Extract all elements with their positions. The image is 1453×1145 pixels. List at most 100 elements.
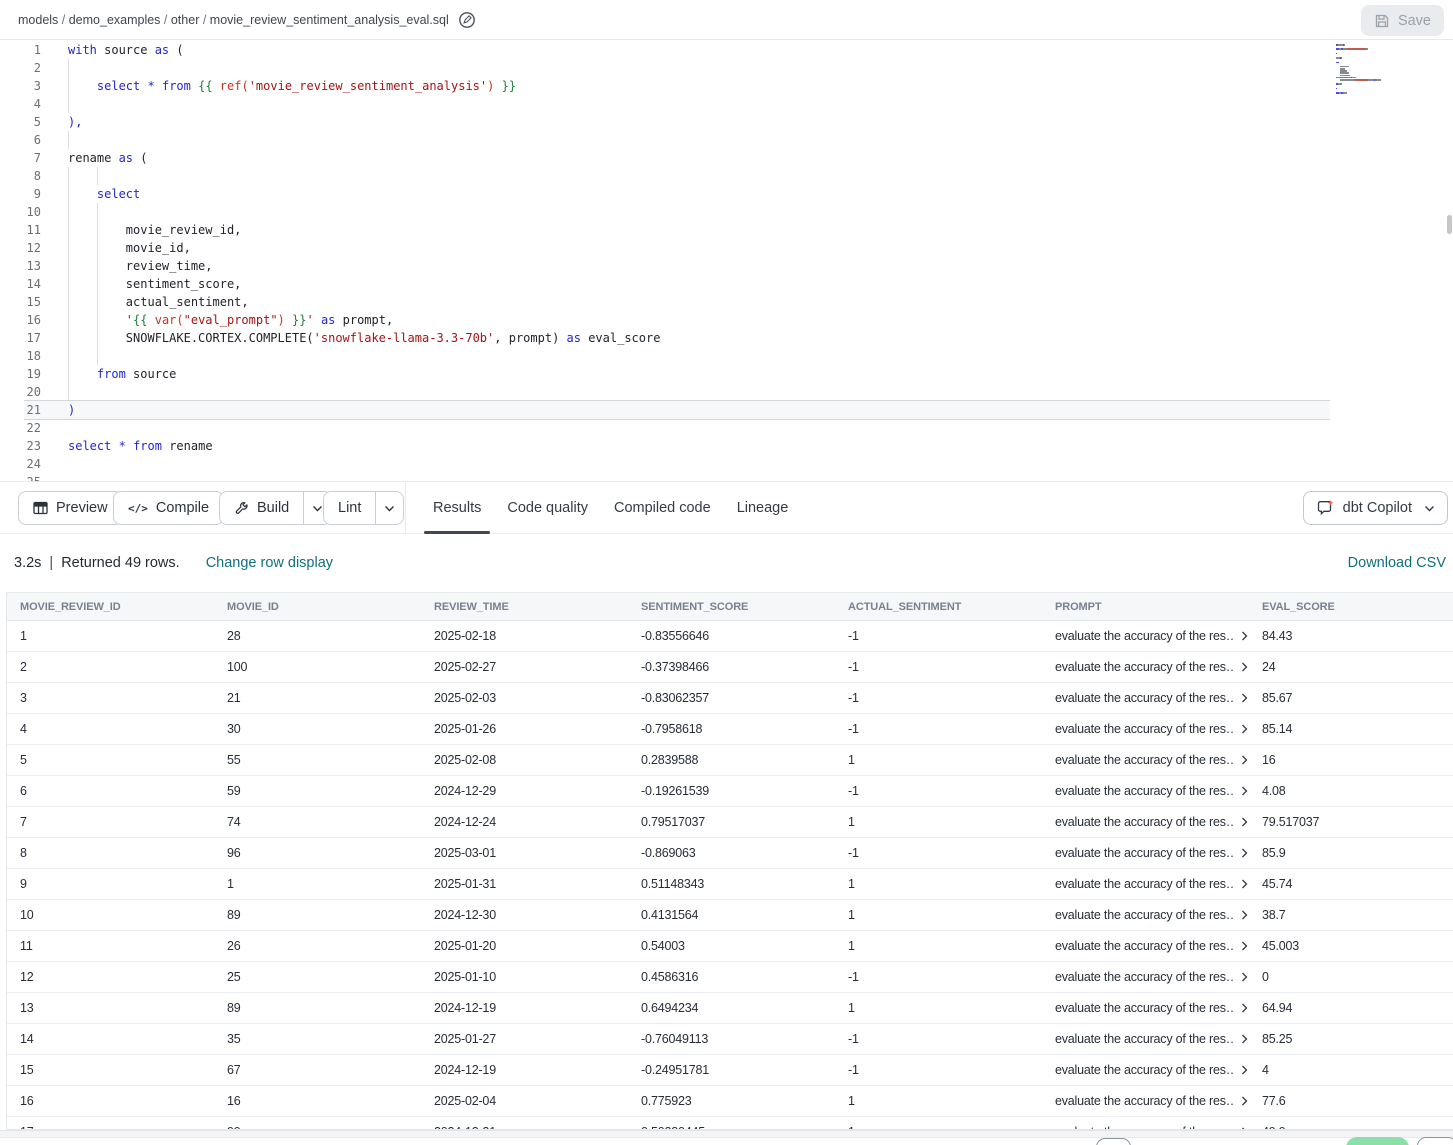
indent-guide [97,167,98,185]
line-number: 10 [0,203,41,221]
code-line: rename as ( [68,149,147,167]
expand-cell-icon[interactable] [1241,1003,1249,1013]
table-row: 16162025-02-040.7759231evaluate the accu… [7,1086,1453,1117]
breadcrumb-item[interactable]: models [18,13,58,27]
cell: 0.2839588 [628,753,835,767]
tab-label: Compiled code [614,500,711,516]
cell: 1 [7,629,214,643]
bottom-partial-button-1[interactable] [1096,1138,1131,1145]
lint-label: Lint [338,500,361,516]
download-csv-link[interactable]: Download CSV [1348,534,1446,592]
prompt-text: evaluate the accuracy of the res… [1055,908,1234,922]
tab-compiled-code[interactable]: Compiled code [601,482,724,534]
cell: 16 [1249,753,1453,767]
cell: -0.24951781 [628,1063,835,1077]
cell: -1 [835,660,1042,674]
cell: 2025-02-27 [421,660,628,674]
prompt-text: evaluate the accuracy of the res… [1055,629,1234,643]
expand-cell-icon[interactable] [1241,1096,1249,1106]
compile-label: Compile [156,500,209,516]
cell: 16 [214,1094,421,1108]
cell: 0.6494234 [628,1001,835,1015]
bottom-partial-green-button[interactable] [1346,1137,1409,1145]
cell: 5 [7,753,214,767]
breadcrumb-item[interactable]: other [171,13,200,27]
read-only-icon[interactable] [458,11,476,29]
code-editor[interactable]: 1234567891011121314151617181920212223242… [0,41,1453,482]
save-button[interactable]: Save [1361,5,1444,36]
cell: 25 [214,970,421,984]
cell: -0.7958618 [628,722,835,736]
expand-cell-icon[interactable] [1241,941,1249,951]
expand-cell-icon[interactable] [1241,724,1249,734]
cell: 2025-01-10 [421,970,628,984]
lint-dropdown-button[interactable] [375,492,403,524]
indent-guide [68,131,69,149]
breadcrumb-item[interactable]: demo_examples [69,13,161,27]
cell: 2024-12-29 [421,784,628,798]
breadcrumb-item[interactable]: movie_review_sentiment_analysis_eval.sql [210,13,449,27]
cell: -0.83062357 [628,691,835,705]
cell: 7 [7,815,214,829]
lint-button[interactable]: Lint [324,492,375,524]
code-line: select * from rename [68,437,213,455]
cell: 11 [7,939,214,953]
tab-code-quality[interactable]: Code quality [494,482,601,534]
line-number: 15 [0,293,41,311]
preview-button[interactable]: Preview [18,491,123,525]
cell: 0 [1249,970,1453,984]
expand-cell-icon[interactable] [1241,662,1249,672]
cell: 0.775923 [628,1094,835,1108]
dbt-copilot-button[interactable]: dbt Copilot [1303,491,1448,525]
expand-cell-icon[interactable] [1241,755,1249,765]
cell: 64.94 [1249,1001,1453,1015]
cell: 1 [835,877,1042,891]
tab-results[interactable]: Results [420,482,494,534]
column-header: MOVIE_ID [214,601,421,613]
prompt-cell: evaluate the accuracy of the res… [1042,1094,1249,1108]
expand-cell-icon[interactable] [1241,848,1249,858]
minimap[interactable] [1336,44,1448,104]
cell: 30 [214,722,421,736]
table-row: 5552025-02-080.28395881evaluate the accu… [7,745,1453,776]
expand-cell-icon[interactable] [1241,693,1249,703]
editor-scrollbar[interactable] [1447,215,1452,234]
bottom-partial-button-2[interactable] [1417,1137,1453,1145]
expand-cell-icon[interactable] [1241,631,1249,641]
preview-label: Preview [56,500,108,516]
expand-cell-icon[interactable] [1241,1065,1249,1075]
prompt-text: evaluate the accuracy of the res… [1055,1094,1234,1108]
expand-cell-icon[interactable] [1241,910,1249,920]
line-number: 8 [0,167,41,185]
cell: -1 [835,722,1042,736]
cell: -1 [835,846,1042,860]
compile-button[interactable]: </> Compile [113,491,224,525]
cell: -1 [835,1063,1042,1077]
expand-cell-icon[interactable] [1241,879,1249,889]
code-line: from source [68,365,176,383]
expand-cell-icon[interactable] [1241,1034,1249,1044]
table-bottom-strip [0,1130,1453,1138]
cell: 3 [7,691,214,705]
cell: 2 [7,660,214,674]
cell: 1 [214,877,421,891]
cell: 85.9 [1249,846,1453,860]
tab-lineage[interactable]: Lineage [724,482,802,534]
code-icon: </> [128,502,148,515]
cell: -1 [835,970,1042,984]
line-number: 13 [0,257,41,275]
change-row-display-link[interactable]: Change row display [206,555,333,571]
chevron-down-icon [312,505,323,512]
line-number: 18 [0,347,41,365]
line-number: 9 [0,185,41,203]
expand-cell-icon[interactable] [1241,786,1249,796]
table-row: 15672024-12-19-0.24951781-1evaluate the … [7,1055,1453,1086]
build-button[interactable]: Build [220,492,303,524]
save-icon [1374,13,1390,29]
table-row: 13892024-12-190.64942341evaluate the acc… [7,993,1453,1024]
cell: 0.79517037 [628,815,835,829]
expand-cell-icon[interactable] [1241,972,1249,982]
expand-cell-icon[interactable] [1241,817,1249,827]
cell: 1 [835,1094,1042,1108]
prompt-text: evaluate the accuracy of the res… [1055,1001,1234,1015]
